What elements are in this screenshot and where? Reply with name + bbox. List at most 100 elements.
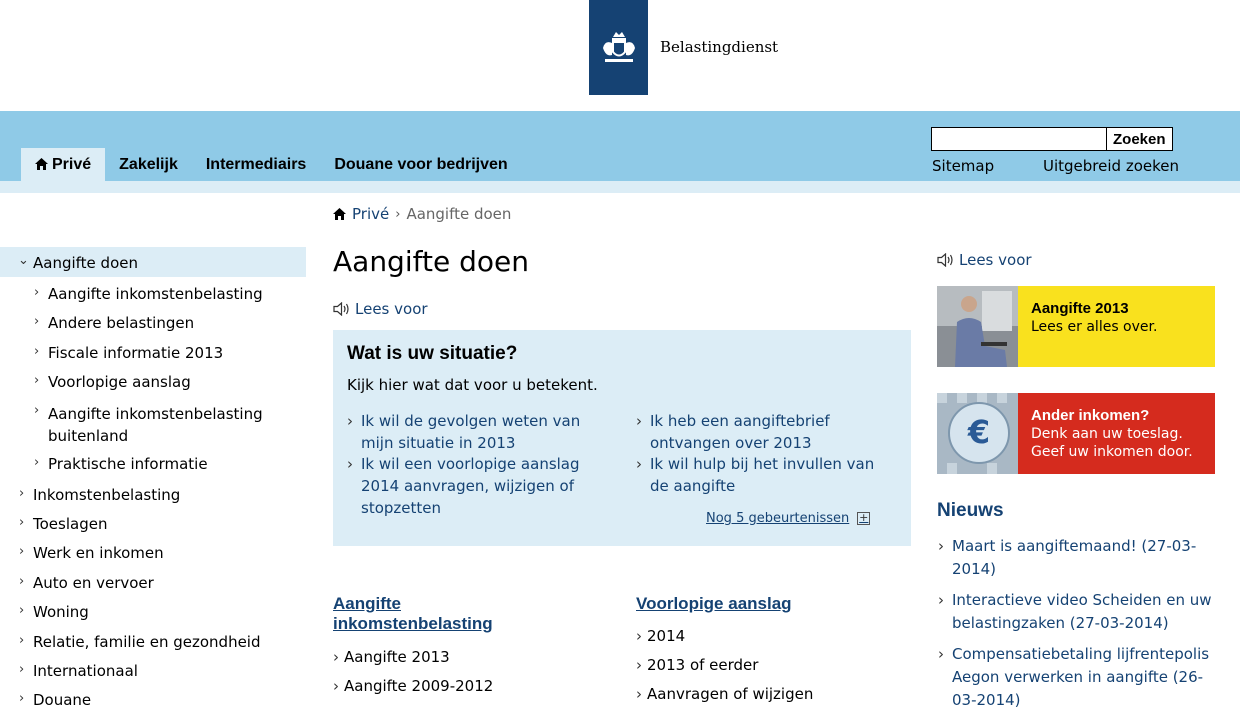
lees-voor-button[interactable]: Lees voor [333, 300, 428, 318]
breadcrumb-home-link[interactable]: Privé [352, 205, 389, 223]
situation-link[interactable]: › Ik heb een aangiftebrief ontvangen ove… [636, 410, 895, 454]
advanced-search-link[interactable]: Uitgebreid zoeken [1043, 157, 1179, 175]
chevron-right-icon: › [34, 314, 40, 329]
col1-link-text: Aangifte 2009-2012 [344, 677, 494, 695]
col2-link-text: Aanvragen of wijzigen [647, 685, 814, 703]
col2-link-aanvragen[interactable]: › Aanvragen of wijzigen [636, 685, 813, 703]
search-form: Zoeken [931, 127, 1173, 151]
banner2-line2: Geef uw inkomen door. [1031, 444, 1193, 460]
news-item-text: Interactieve video Scheiden en uw belast… [952, 591, 1212, 632]
chevron-right-icon: › [395, 206, 401, 222]
banner1-subtitle: Lees er alles over. [1031, 319, 1158, 335]
rijksoverheid-logo[interactable] [589, 0, 648, 95]
chevron-right-icon: › [19, 691, 25, 706]
tab-prive[interactable]: Privé [21, 148, 106, 181]
col2-link-2014[interactable]: › 2014 [636, 627, 685, 645]
svg-text:€: € [967, 413, 990, 451]
situation-link-text: Ik wil de gevolgen weten van mijn situat… [361, 412, 581, 452]
situation-link[interactable]: › Ik wil hulp bij het invullen van de aa… [636, 453, 895, 497]
sidebar-item-label: Woning [33, 603, 89, 621]
sidebar: ⌄ Aangifte doen [0, 247, 306, 277]
breadcrumb-current: Aangifte doen [406, 205, 512, 223]
crest-icon [602, 31, 635, 62]
banner2-text: Ander inkomen? Denk aan uw toeslag. Geef… [1031, 407, 1193, 461]
news-item-text: Compensatiebetaling lijfrentepolis Aegon… [952, 645, 1210, 709]
col2-link-text: 2013 of eerder [647, 656, 759, 674]
tab-zakelijk[interactable]: Zakelijk [105, 148, 192, 181]
news-item[interactable]: › Compensatiebetaling lijfrentepolis Aeg… [938, 643, 1222, 712]
situation-link[interactable]: › Ik wil de gevolgen weten van mijn situ… [347, 410, 611, 454]
col2-link-text: 2014 [647, 627, 686, 645]
speaker-icon [937, 253, 953, 267]
banner2-line1: Denk aan uw toeslag. [1031, 426, 1183, 442]
situation-link-text: Ik wil hulp bij het invullen van de aang… [650, 455, 875, 495]
banner1-text: Aangifte 2013 Lees er alles over. [1031, 300, 1157, 336]
news-item-text: Maart is aangiftemaand! (27-03-2014) [952, 537, 1197, 578]
sidebar-item-label: Aangifte inkomstenbelasting [48, 285, 263, 303]
chevron-right-icon: › [636, 685, 642, 703]
header: Belastingdienst [0, 0, 1240, 111]
tab-label: Privé [52, 156, 92, 173]
situation-title: Wat is uw situatie? [347, 343, 518, 364]
chevron-right-icon: › [636, 455, 642, 473]
chevron-right-icon: › [938, 645, 944, 663]
sitemap-link[interactable]: Sitemap [932, 157, 994, 175]
situation-subtitle: Kijk hier wat dat voor u betekent. [347, 376, 598, 394]
more-events-link[interactable]: Nog 5 gebeurtenissen + [706, 511, 871, 526]
more-events-label: Nog 5 gebeurtenissen [706, 511, 850, 526]
sidebar-item-label: Auto en vervoer [33, 574, 154, 592]
breadcrumb: Privé › Aangifte doen [333, 205, 511, 223]
chevron-right-icon: › [19, 633, 25, 648]
col1-link-text: Aangifte 2013 [344, 648, 450, 666]
plus-icon: + [857, 511, 871, 525]
news-item[interactable]: › Maart is aangiftemaand! (27-03-2014) [938, 535, 1222, 581]
news-item[interactable]: › Interactieve video Scheiden en uw bela… [938, 589, 1222, 635]
chevron-right-icon: › [34, 403, 40, 418]
col1-link-2009-2012[interactable]: › Aangifte 2009-2012 [333, 677, 493, 695]
col2-link-2013[interactable]: › 2013 of eerder [636, 656, 758, 674]
main-tabs: Privé Zakelijk Intermediairs Douane voor… [21, 148, 522, 181]
banner-ander-inkomen[interactable]: € Ander inkomen? Denk aan uw toeslag. Ge… [937, 393, 1215, 474]
lees-voor-button-right[interactable]: Lees voor [937, 251, 1032, 269]
news-heading: Nieuws [937, 500, 1004, 521]
banner-aangifte-2013[interactable]: Aangifte 2013 Lees er alles over. [937, 286, 1215, 367]
sidebar-item-label: Andere belastingen [48, 314, 195, 332]
chevron-right-icon: › [636, 656, 642, 674]
lees-voor-label: Lees voor [959, 251, 1032, 269]
sidebar-item-label: Internationaal [33, 662, 138, 680]
sidebar-item-label: Voorlopige aanslag [48, 373, 191, 391]
tab-intermediairs[interactable]: Intermediairs [192, 148, 320, 181]
col1-link-2013[interactable]: › Aangifte 2013 [333, 648, 450, 666]
tab-douane[interactable]: Douane voor bedrijven [320, 148, 521, 181]
chevron-right-icon: › [34, 344, 40, 359]
search-button[interactable]: Zoeken [1107, 127, 1173, 151]
chevron-right-icon: › [34, 285, 40, 300]
chevron-right-icon: › [333, 648, 339, 666]
sidebar-item-label: Relatie, familie en gezondheid [33, 633, 261, 651]
voorlopige-aanslag-heading-link[interactable]: Voorlopige aanslag [636, 594, 792, 614]
chevron-right-icon: › [333, 677, 339, 695]
chevron-down-icon: ⌄ [18, 253, 29, 268]
chevron-right-icon: › [19, 486, 25, 501]
home-icon [35, 158, 48, 170]
situation-link[interactable]: › Ik wil een voorlopige aanslag 2014 aan… [347, 453, 611, 519]
search-input[interactable] [931, 127, 1107, 151]
sidebar-item-aangifte-doen[interactable]: ⌄ Aangifte doen [0, 247, 306, 277]
chevron-right-icon: › [938, 537, 944, 555]
situation-link-text: Ik wil een voorlopige aanslag 2014 aanvr… [361, 455, 580, 517]
chevron-right-icon: › [19, 662, 25, 677]
chevron-right-icon: › [19, 544, 25, 559]
chevron-right-icon: › [347, 412, 353, 430]
euro-coin-photo: € [937, 393, 1018, 474]
chevron-right-icon: › [34, 373, 40, 388]
person-laptop-photo [937, 286, 1018, 367]
aangifte-ib-heading-link[interactable]: Aangifte inkomstenbelasting [333, 594, 563, 634]
chevron-right-icon: › [636, 412, 642, 430]
banner2-title: Ander inkomen? [1031, 407, 1150, 424]
chevron-right-icon: › [19, 515, 25, 530]
chevron-right-icon: › [19, 603, 25, 618]
lees-voor-label: Lees voor [355, 300, 428, 318]
logo-text: Belastingdienst [660, 38, 779, 56]
sidebar-item-label: Aangifte doen [33, 254, 138, 272]
chevron-right-icon: › [938, 591, 944, 609]
